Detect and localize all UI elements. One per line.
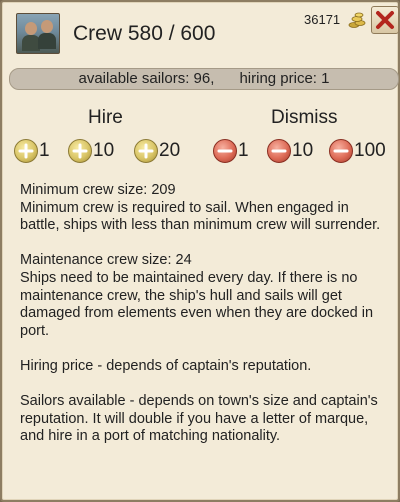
maintenance-crew-text: Ships need to be maintained every day. I… — [20, 269, 374, 339]
hire-10-label: 10 — [93, 140, 115, 161]
crew-description: Minimum crew size: 209 Minimum crew is r… — [20, 182, 382, 464]
minimum-crew-text: Minimum crew is required to sail. When e… — [20, 199, 381, 234]
minus-icon — [267, 139, 291, 163]
maintenance-crew-title: Maintenance crew size: 24 — [20, 252, 192, 269]
crew-portrait — [16, 13, 60, 54]
close-button[interactable] — [371, 6, 399, 34]
dismiss-1-button[interactable]: 1 — [213, 138, 249, 164]
info-bar: available sailors: 96, hiring price: 1 — [9, 68, 399, 90]
dismiss-10-label: 10 — [292, 140, 314, 161]
hire-20-label: 20 — [159, 140, 181, 161]
maintenance-crew-paragraph: Maintenance crew size: 24 Ships need to … — [20, 252, 382, 340]
hire-10-button[interactable]: 10 — [68, 138, 114, 164]
hire-1-button[interactable]: 1 — [14, 138, 50, 164]
plus-icon — [14, 139, 38, 163]
plus-icon — [134, 139, 158, 163]
minimum-crew-title: Minimum crew size: 209 — [20, 182, 176, 198]
dismiss-1-label: 1 — [238, 140, 249, 161]
crew-dialog: Crew 580 / 600 36171 available sailors: … — [0, 0, 400, 502]
plus-icon — [68, 139, 92, 163]
available-sailors: available sailors: 96, — [78, 70, 215, 87]
crew-title: Crew 580 / 600 — [73, 22, 216, 45]
sailors-available-paragraph: Sailors available - depends on town's si… — [20, 393, 378, 445]
gold-amount: 36171 — [304, 12, 341, 27]
minimum-crew-paragraph: Minimum crew size: 209 Minimum crew is r… — [20, 182, 382, 235]
minus-icon — [329, 139, 353, 163]
hiring-price-paragraph: Hiring price - depends of captain's repu… — [20, 357, 312, 374]
gold-coins-icon — [348, 12, 366, 28]
close-icon — [376, 11, 394, 29]
dismiss-100-button[interactable]: 100 — [329, 138, 386, 164]
dismiss-10-button[interactable]: 10 — [267, 138, 313, 164]
minus-icon — [213, 139, 237, 163]
hire-1-label: 1 — [39, 140, 50, 161]
dismiss-heading: Dismiss — [271, 107, 338, 128]
hiring-price: hiring price: 1 — [239, 70, 330, 87]
hire-heading: Hire — [88, 107, 123, 128]
dismiss-100-label: 100 — [354, 140, 386, 161]
hire-20-button[interactable]: 20 — [134, 138, 180, 164]
